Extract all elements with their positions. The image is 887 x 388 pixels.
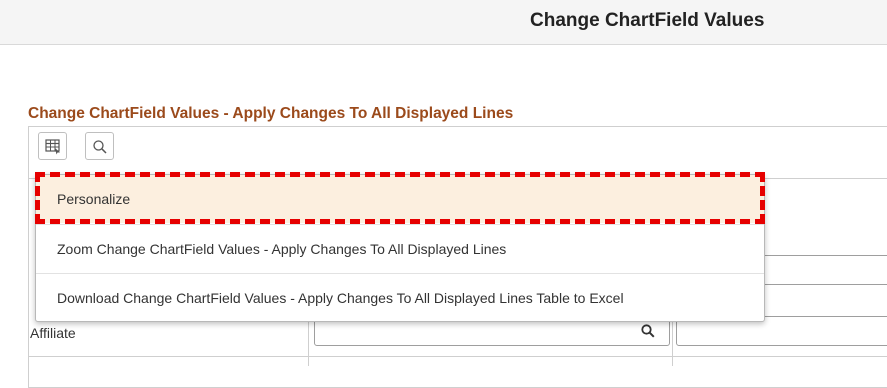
grid-row-label: Affiliate <box>30 325 76 341</box>
grid-find-button[interactable] <box>85 132 114 160</box>
grid-settings-icon <box>45 139 60 155</box>
search-icon <box>93 140 107 154</box>
page-title: Change ChartField Values <box>530 10 765 31</box>
section-title: Change ChartField Values - Apply Changes… <box>28 105 514 122</box>
menu-item-zoom[interactable]: Zoom Change ChartField Values - Apply Ch… <box>36 224 764 272</box>
menu-item-download-excel[interactable]: Download Change ChartField Values - Appl… <box>36 273 764 321</box>
grid-divider <box>28 356 887 357</box>
page-header: Change ChartField Values <box>0 0 887 45</box>
lookup-search-icon[interactable] <box>641 324 655 338</box>
grid-action-menu: Personalize Zoom Change ChartField Value… <box>35 174 765 322</box>
grid-personalize-button[interactable] <box>38 132 67 160</box>
menu-item-personalize[interactable]: Personalize <box>36 175 764 223</box>
